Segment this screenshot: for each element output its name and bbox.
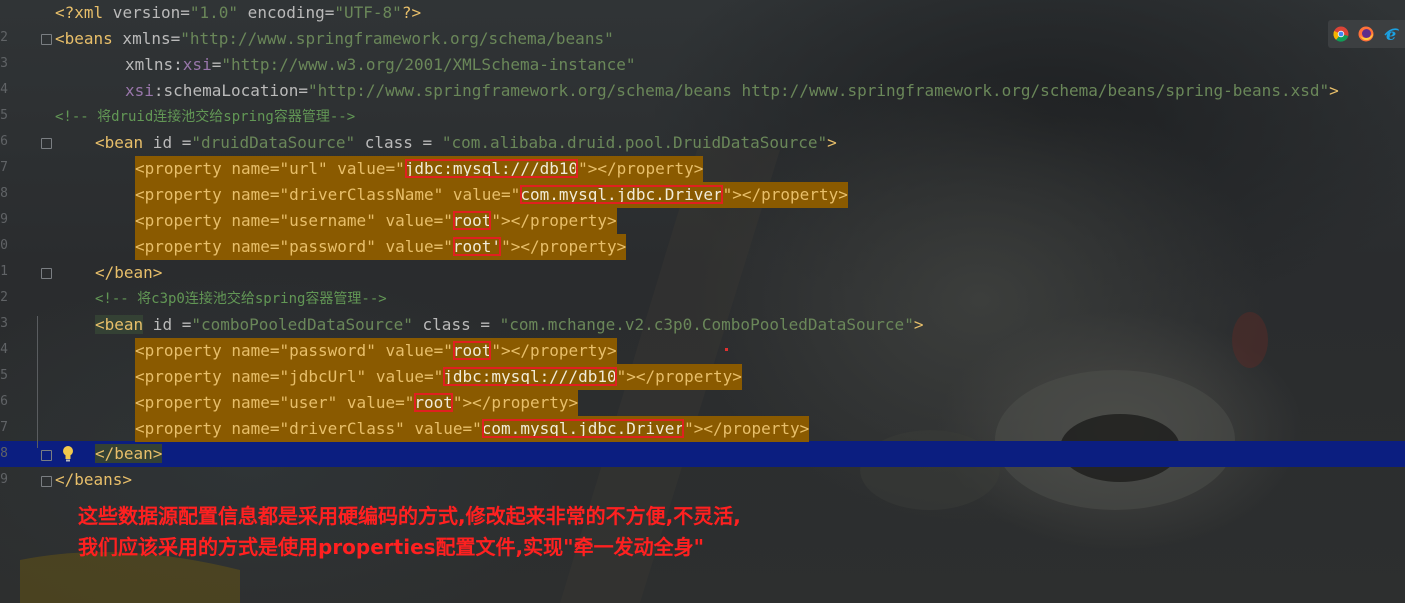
highlighted-value: root: [414, 393, 453, 412]
line-number: 5: [0, 368, 8, 383]
line-number: 6: [0, 394, 8, 409]
line-number: 1: [0, 264, 8, 279]
highlighted-value: jdbc:mysql:///db10: [404, 159, 579, 178]
property-driverclassname-line: <property name="driverClassName" value="…: [135, 182, 848, 208]
code-line-druid-bean: <bean id ="druidDataSource" class = "com…: [95, 133, 837, 152]
ie-icon[interactable]: e: [1384, 26, 1400, 42]
highlighted-value: jdbc:mysql:///db10: [443, 367, 617, 386]
property-url-line: <property name="url" value="jdbc:mysql:/…: [135, 156, 704, 182]
highlighted-value: com.mysql.jdbc.Driver: [481, 419, 685, 438]
code-line-3: xmlns:xsi="http://www.w3.org/2001/XMLSch…: [125, 55, 636, 74]
highlighted-value: root: [452, 341, 492, 360]
code-line-4: xsi:schemaLocation="http://www.springfra…: [125, 81, 1339, 100]
current-line-highlight: [0, 441, 1405, 467]
svg-text:e: e: [1386, 26, 1396, 42]
property-driverclass-line: <property name="driverClass" value="com.…: [135, 416, 810, 442]
code-comment-druid: <!-- 将druid连接池交给spring容器管理-->: [55, 109, 356, 125]
line-number: 7: [0, 160, 8, 175]
line-number: 0: [0, 238, 8, 253]
line-number: 4: [0, 342, 8, 357]
property-password-line: <property name="password" value="root'">…: [135, 234, 627, 260]
annotation-line-1: 这些数据源配置信息都是采用硬编码的方式,修改起来非常的不方便,不灵活,: [78, 504, 741, 528]
code-line-beans-close: </beans>: [55, 470, 133, 489]
browser-preview-bar: e: [1328, 20, 1405, 48]
code-line-current[interactable]: </bean>: [95, 441, 163, 467]
line-number: 7: [0, 420, 8, 435]
fold-guide: [37, 316, 38, 448]
lightbulb-icon[interactable]: [61, 445, 75, 463]
code-line-2: <beans xmlns="http://www.springframework…: [55, 29, 614, 48]
fold-marker[interactable]: [41, 138, 52, 149]
line-number: 5: [0, 108, 8, 123]
highlighted-value: com.mysql.jdbc.Driver: [520, 185, 723, 204]
fold-marker[interactable]: [41, 34, 52, 45]
line-number: 3: [0, 316, 8, 331]
annotation-line-2: 我们应该采用的方式是使用properties配置文件,实现"牵一发动全身": [78, 535, 704, 559]
firefox-icon[interactable]: [1358, 26, 1374, 42]
code-line-bean-close: </bean>: [95, 263, 163, 282]
code-comment-c3p0: <!-- 将c3p0连接池交给spring容器管理-->: [95, 291, 387, 307]
line-number: 4: [0, 82, 8, 97]
property-username-line: <property name="username" value="root"><…: [135, 208, 617, 234]
line-number: 3: [0, 56, 8, 71]
line-number: 2: [0, 290, 8, 305]
line-number: 6: [0, 134, 8, 149]
fold-marker[interactable]: [41, 476, 52, 487]
line-number: 9: [0, 212, 8, 227]
line-number: 2: [0, 30, 8, 45]
fold-marker[interactable]: [41, 450, 52, 461]
highlighted-value: root': [452, 237, 502, 256]
property-password-line: <property name="password" value="root"><…: [135, 338, 617, 364]
highlighted-value: root: [452, 211, 492, 230]
line-number: 9: [0, 472, 8, 487]
fold-marker[interactable]: [41, 268, 52, 279]
red-marker: [725, 348, 728, 351]
property-jdbcurl-line: <property name="jdbcUrl" value="jdbc:mys…: [135, 364, 742, 390]
code-line-c3p0-bean: <bean id ="comboPooledDataSource" class …: [95, 315, 924, 334]
code-line-1: <?xml version="1.0" encoding="UTF-8"?>: [55, 3, 422, 22]
line-number: 8: [0, 186, 8, 201]
property-user-line: <property name="user" value="root"></pro…: [135, 390, 579, 416]
line-number: 8: [0, 446, 8, 461]
chrome-icon[interactable]: [1333, 26, 1349, 42]
